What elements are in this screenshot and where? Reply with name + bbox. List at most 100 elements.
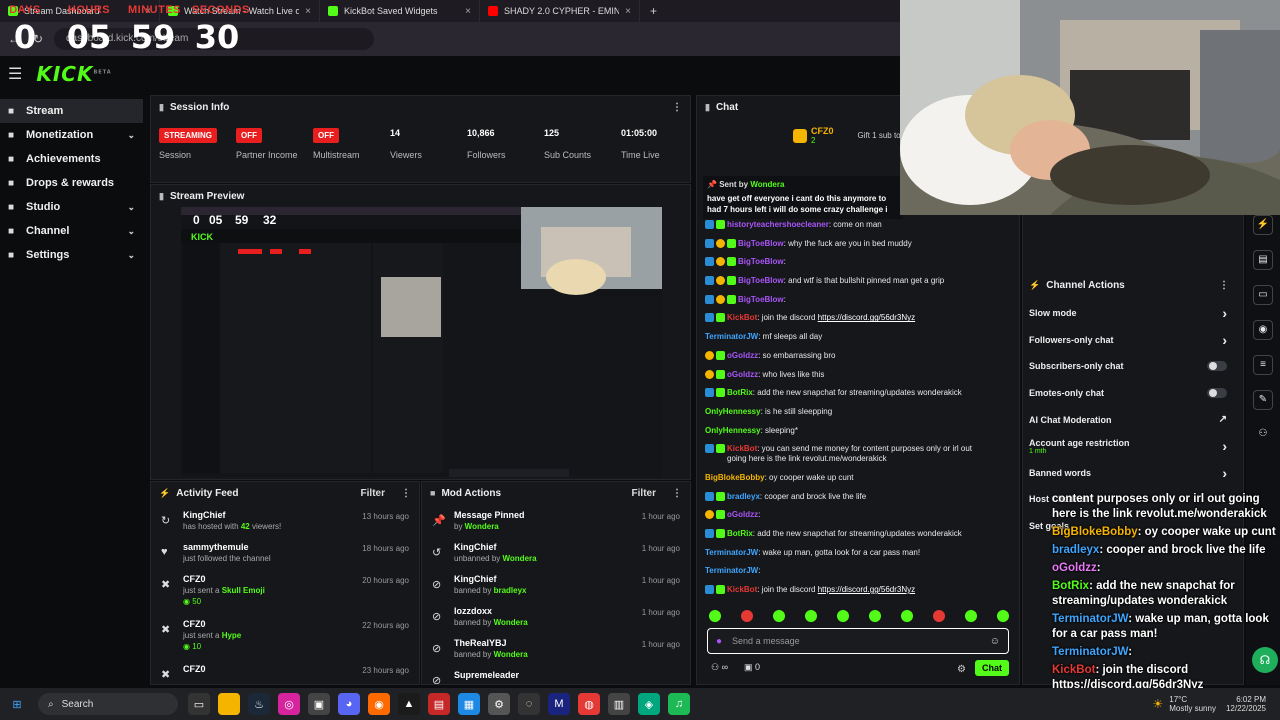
channel-action-account-age-restriction[interactable]: Account age restriction 1 mth › bbox=[1029, 433, 1243, 460]
channel-action-ai-chat-moderation[interactable]: AI Chat Moderation ↗ bbox=[1029, 406, 1243, 433]
channel-action-slow-mode[interactable]: Slow mode › bbox=[1029, 300, 1243, 327]
discord-icon[interactable]: ◕ bbox=[338, 693, 360, 715]
app-icon[interactable]: ▤ bbox=[428, 693, 450, 715]
steam-icon[interactable]: ♨ bbox=[248, 693, 270, 715]
chat-message[interactable]: oGoldzz: who lives like this bbox=[705, 369, 987, 380]
chat-message[interactable]: BigBlokeBobby: oy cooper wake up cunt bbox=[705, 473, 987, 483]
settings-icon[interactable]: ⚙ bbox=[488, 693, 510, 715]
chat-input[interactable]: ● Send a message ☺ bbox=[707, 628, 1009, 654]
clipboard-icon[interactable]: ▤ bbox=[1253, 250, 1273, 270]
users-icon[interactable]: ⚇ ∞ bbox=[711, 662, 728, 673]
chat-username[interactable]: BigToeBlow bbox=[738, 295, 784, 304]
status-badge[interactable]: OFF bbox=[313, 128, 339, 143]
app-icon[interactable]: ◌ bbox=[518, 693, 540, 715]
weather-widget[interactable]: ☀ 17°C Mostly sunny bbox=[1153, 695, 1216, 713]
chat-username[interactable]: historyteachershoecleaner bbox=[727, 220, 829, 229]
chat-username[interactable]: BotRix bbox=[727, 388, 753, 397]
chat-message[interactable]: OnlyHennessy: is he still sleepping bbox=[705, 407, 987, 417]
chat-username[interactable]: BigToeBlow bbox=[738, 276, 784, 285]
app-icon[interactable]: M bbox=[548, 693, 570, 715]
emote-icon[interactable] bbox=[933, 610, 945, 622]
emote-icon[interactable] bbox=[741, 610, 753, 622]
chat-username[interactable]: KickBot bbox=[727, 444, 757, 453]
sidebar-item-achievements[interactable]: ■ Achievements bbox=[0, 147, 143, 171]
chat-username[interactable]: TerminatorJW bbox=[705, 332, 758, 341]
chat-username[interactable]: KickBot bbox=[727, 585, 757, 594]
app-icon[interactable]: ▦ bbox=[458, 693, 480, 715]
chat-message[interactable]: BotRix: add the new snapchat for streami… bbox=[705, 388, 987, 398]
chat-message[interactable]: oGoldzz: bbox=[705, 510, 987, 520]
file-explorer-icon[interactable] bbox=[218, 693, 240, 715]
emote-icon[interactable] bbox=[837, 610, 849, 622]
emote-icon[interactable] bbox=[805, 610, 817, 622]
wrench-icon[interactable]: ✎ bbox=[1253, 390, 1273, 410]
chat-link[interactable]: https://discord.gg/56dr3Nyz bbox=[818, 313, 915, 322]
sidebar-item-drops-rewards[interactable]: ■ Drops & rewards bbox=[0, 171, 143, 195]
settings-icon[interactable]: ⚙ bbox=[957, 664, 966, 675]
app-icon[interactable]: ▲ bbox=[398, 693, 420, 715]
app-icon[interactable]: ▥ bbox=[608, 693, 630, 715]
task-view-icon[interactable]: ▭ bbox=[188, 693, 210, 715]
chat-message[interactable]: bradleyx: cooper and brock live the life bbox=[705, 491, 987, 502]
activity-item[interactable]: ♥ sammythemule just followed the channel 18… bbox=[151, 542, 419, 574]
chat-message[interactable]: oGoldzz: so embarrassing bro bbox=[705, 350, 987, 361]
mod-action-item[interactable]: ⊘ TheRealYBJ banned by Wondera 1 hour ago bbox=[422, 638, 690, 670]
users-icon[interactable]: ⚇ bbox=[1253, 425, 1273, 445]
emote-bar[interactable] bbox=[709, 610, 1009, 622]
new-tab-button[interactable]: + bbox=[640, 4, 667, 18]
chat-username[interactable]: KickBot bbox=[727, 313, 757, 322]
stream-preview-video[interactable]: 0 05 59 32 KICK bbox=[181, 207, 662, 477]
broadcast-icon[interactable]: ◉ bbox=[1253, 320, 1273, 340]
chat-send-button[interactable]: Chat bbox=[975, 660, 1009, 676]
channel-action-emotes-only-chat[interactable]: Emotes-only chat bbox=[1029, 380, 1243, 407]
windows-start-icon[interactable]: ⊞ bbox=[6, 693, 28, 715]
sidebar-item-monetization[interactable]: ■ Monetization ⌄ bbox=[0, 123, 143, 147]
activity-item[interactable]: ✖ CFZ0 just sent a Hype ◉ 10 22 hours ago bbox=[151, 619, 419, 664]
chat-icon[interactable]: ▭ bbox=[1253, 285, 1273, 305]
mod-action-item[interactable]: ⊘ KingChief banned by bradleyx 1 hour ago bbox=[422, 574, 690, 606]
emote-icon[interactable] bbox=[997, 610, 1009, 622]
emote-icon[interactable] bbox=[869, 610, 881, 622]
chat-message[interactable]: BigToeBlow: bbox=[705, 294, 987, 305]
chat-message[interactable]: BigToeBlow: bbox=[705, 257, 987, 267]
close-icon[interactable]: × bbox=[465, 6, 471, 17]
chat-message[interactable]: BigToeBlow: why the fuck are you in bed … bbox=[705, 238, 987, 249]
chat-username[interactable]: TerminatorJW bbox=[705, 566, 758, 575]
taskbar-search[interactable]: ⌕ Search bbox=[38, 693, 178, 715]
chat-message[interactable]: TerminatorJW: mf sleeps all day bbox=[705, 332, 987, 342]
emote-icon[interactable] bbox=[901, 610, 913, 622]
emote-icon[interactable] bbox=[965, 610, 977, 622]
mod-action-item[interactable]: ⊘ Supremeleader bbox=[422, 670, 690, 684]
chat-username[interactable]: oGoldzz bbox=[727, 370, 758, 379]
chat-message[interactable]: TerminatorJW: bbox=[705, 566, 987, 576]
emote-icon[interactable] bbox=[773, 610, 785, 622]
chat-username[interactable]: BigToeBlow bbox=[738, 257, 784, 266]
spotify-icon[interactable]: ♫ bbox=[668, 693, 690, 715]
activity-filter-button[interactable]: Filter bbox=[361, 488, 385, 499]
toggle-switch[interactable] bbox=[1207, 388, 1227, 399]
browser-icon[interactable]: ◉ bbox=[368, 693, 390, 715]
close-icon[interactable]: × bbox=[305, 6, 311, 17]
mic-icon[interactable]: ● bbox=[716, 636, 722, 647]
chat-message[interactable]: KickBot: join the discord https://discor… bbox=[705, 313, 987, 323]
lightning-icon[interactable]: ⚡ bbox=[1253, 215, 1273, 235]
chat-message[interactable]: KickBot: you can send me money for conte… bbox=[705, 444, 987, 464]
chat-message[interactable]: KickBot: join the discord https://discor… bbox=[705, 585, 987, 595]
chat-message[interactable]: historyteachershoecleaner: come on man bbox=[705, 220, 987, 230]
top-gifter[interactable]: CFZ0 2 Gift 1 sub to bbox=[793, 126, 901, 145]
list-icon[interactable]: ≡ bbox=[1253, 355, 1273, 375]
activity-item[interactable]: ✖ CFZ0 23 hours ago bbox=[151, 664, 419, 684]
browser-tab[interactable]: KickBot Saved Widgets × bbox=[320, 0, 480, 22]
instagram-icon[interactable]: ◎ bbox=[278, 693, 300, 715]
sidebar-item-stream[interactable]: ■ Stream bbox=[0, 99, 143, 123]
emoji-icon[interactable]: ☺ bbox=[990, 636, 1000, 647]
channel-action-banned-words[interactable]: Banned words › bbox=[1029, 460, 1243, 487]
more-options-icon[interactable]: ⋮ bbox=[1219, 280, 1229, 291]
chat-username[interactable]: BigBlokeBobby bbox=[705, 473, 765, 482]
emote-icon[interactable] bbox=[709, 610, 721, 622]
mod-filter-button[interactable]: Filter bbox=[632, 488, 656, 499]
mod-action-item[interactable]: 📌 Message Pinned by Wondera 1 hour ago bbox=[422, 510, 690, 542]
chat-username[interactable]: OnlyHennessy bbox=[705, 407, 761, 416]
chrome-icon[interactable]: ◍ bbox=[578, 693, 600, 715]
chat-message[interactable]: OnlyHennessy: sleeping* bbox=[705, 426, 987, 436]
